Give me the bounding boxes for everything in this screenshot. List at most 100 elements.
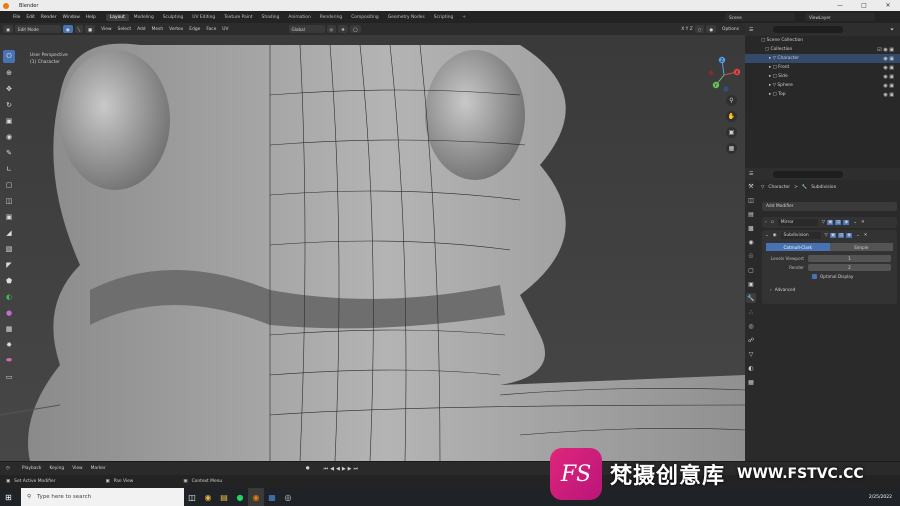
grid-perspective-icon[interactable]: ▦ (726, 143, 737, 154)
properties-editor-icon[interactable]: ☰ (749, 171, 753, 177)
view-layer-selector[interactable]: ViewLayer (805, 13, 875, 21)
navigation-gizmo[interactable]: X Y Z (704, 55, 744, 95)
object-tab-icon[interactable]: ▣ (746, 279, 756, 289)
add-workspace-button[interactable]: + (458, 14, 470, 21)
texture-tab-icon[interactable]: ▦ (746, 377, 756, 387)
menu-keying[interactable]: Keying (49, 466, 64, 471)
rip-icon[interactable]: ▭ (3, 370, 15, 383)
bevel-icon[interactable]: ◢ (3, 226, 15, 239)
snap-icon[interactable]: ❖ (338, 25, 348, 33)
menu-window[interactable]: Window (63, 15, 80, 20)
record-icon[interactable]: ● (306, 466, 310, 471)
mirror-y[interactable]: Y (686, 27, 689, 32)
rotate-icon[interactable]: ↻ (3, 98, 15, 111)
photos-icon[interactable]: ▦ (264, 488, 280, 506)
menu-edit[interactable]: Edit (26, 15, 35, 20)
taskbar-search[interactable]: ⚲ Type here to search (21, 488, 184, 506)
expand-chevron-icon[interactable]: › (765, 220, 767, 225)
menu-timeline-view[interactable]: View (72, 466, 82, 471)
dropdown-icon[interactable]: ⌄ (856, 233, 860, 238)
edge-slide-icon[interactable]: ▦ (3, 322, 15, 335)
menu-vertex[interactable]: Vertex (169, 27, 183, 32)
particles-tab-icon[interactable]: ∴ (746, 307, 756, 317)
smooth-icon[interactable]: ● (3, 306, 15, 319)
modifier-name-field[interactable]: Subdivision (780, 232, 821, 239)
overlay-icon[interactable]: ○ (694, 25, 705, 33)
menu-file[interactable]: File (13, 15, 20, 20)
tool-tab-icon[interactable]: ⚒ (746, 181, 756, 191)
pivot-icon[interactable]: ◎ (326, 25, 337, 33)
playback-controls[interactable]: ⏮◀◀▶▶⏭ (324, 466, 360, 472)
menu-edge[interactable]: Edge (189, 27, 200, 32)
view-layer-tab-icon[interactable]: ▩ (746, 223, 756, 233)
minimize-icon[interactable]: — (828, 0, 852, 11)
render-icon[interactable]: ◉ (846, 233, 853, 238)
material-tab-icon[interactable]: ◐ (746, 363, 756, 373)
spin-icon[interactable]: ◐ (3, 290, 15, 303)
render-icon[interactable]: ◉ (843, 220, 850, 225)
tab-compositing[interactable]: Compositing (347, 14, 383, 21)
menu-mesh[interactable]: Mesh (152, 27, 164, 32)
transform-icon[interactable]: ◉ (3, 130, 15, 143)
tab-sculpting[interactable]: Sculpting (159, 14, 188, 21)
menu-playback[interactable]: Playback (22, 466, 42, 471)
scale-icon[interactable]: ▣ (3, 114, 15, 127)
collection-tab-icon[interactable]: ▢ (746, 265, 756, 275)
menu-face[interactable]: Face (206, 27, 216, 32)
windows-start-icon[interactable]: ⊞ (5, 493, 12, 502)
modifier-header[interactable]: ⌄ ◉ Subdivision ▽ ▣ ▤ ◉ ⌄ ✕ (762, 230, 897, 241)
tab-uv-editing[interactable]: UV Editing (188, 14, 219, 21)
outliner-row-character[interactable]: ▸ ▽ Character ◉ ▣ (745, 54, 900, 63)
simple-button[interactable]: Simple (829, 243, 893, 251)
shading-solid-icon[interactable]: ● (706, 25, 717, 33)
timeline-editor-icon[interactable]: ◷ (6, 466, 10, 471)
collapse-chevron-icon[interactable]: ⌄ (765, 233, 769, 238)
scene-tab-icon[interactable]: ◉ (746, 237, 756, 247)
editor-type-button[interactable]: ▣ (3, 25, 13, 33)
edge-select-button[interactable]: ╲ (74, 25, 84, 33)
remove-modifier-icon[interactable]: ✕ (861, 220, 865, 225)
optimal-display-checkbox[interactable] (812, 274, 817, 279)
knife-icon[interactable]: ◤ (3, 258, 15, 271)
tab-texture-paint[interactable]: Texture Paint (220, 14, 256, 21)
tab-rendering[interactable]: Rendering (316, 14, 346, 21)
spotify-icon[interactable]: ● (232, 488, 248, 506)
pan-hand-icon[interactable]: ✋ (726, 111, 737, 122)
outliner-row-collection[interactable]: ▢ Collection ☑ ◉ ▣ (745, 45, 900, 54)
menu-help[interactable]: Help (86, 15, 96, 20)
constraints-tab-icon[interactable]: ☍ (746, 335, 756, 345)
outliner-editor-icon[interactable]: ☰ (749, 27, 753, 33)
outliner-row-sphere[interactable]: ▸ ▽ Sphere ◉ ▣ (745, 81, 900, 90)
3d-viewport[interactable] (0, 35, 745, 461)
edit-mode-icon[interactable]: ▣ (827, 220, 834, 225)
modifier-tab-icon[interactable]: 🔧 (746, 293, 756, 303)
visibility-icon[interactable]: ◉ ▣ (883, 92, 894, 98)
menu-add[interactable]: Add (137, 27, 146, 32)
realtime-icon[interactable]: ▤ (835, 220, 842, 225)
visibility-icon[interactable]: ◉ ▣ (883, 83, 894, 89)
maximize-icon[interactable]: □ (852, 0, 876, 11)
mode-selector[interactable]: Edit Mode (14, 25, 61, 33)
edit-cage-icon[interactable]: ▽ (822, 220, 825, 225)
catmull-clark-button[interactable]: Catmull-Clark (766, 243, 830, 251)
camera-icon[interactable]: ▣ (726, 127, 737, 138)
chrome-icon[interactable]: ◉ (200, 488, 216, 506)
blender-taskbar-icon[interactable]: ◉ (248, 488, 264, 506)
vertex-select-button[interactable]: ● (62, 25, 73, 33)
menu-view[interactable]: View (101, 27, 111, 32)
edit-cage-icon[interactable]: ▽ (825, 233, 828, 238)
shear-icon[interactable]: ⬬ (3, 354, 15, 367)
outliner-search-input[interactable] (773, 26, 844, 33)
remove-modifier-icon[interactable]: ✕ (864, 233, 868, 238)
tab-animation[interactable]: Animation (284, 14, 314, 21)
modifier-panel-mirror[interactable]: › ▫ Mirror ▽ ▣ ▤ ◉ ⌄ ✕ (762, 217, 897, 228)
outliner-row-side[interactable]: ▸ □ Side ◉ ▣ (745, 72, 900, 81)
loop-cut-icon[interactable]: ▧ (3, 242, 15, 255)
filter-icon[interactable]: ⏷ (890, 27, 894, 33)
render-tab-icon[interactable]: ◫ (746, 195, 756, 205)
render-levels-field[interactable]: 2 (808, 264, 891, 271)
obs-icon[interactable]: ◎ (280, 488, 296, 506)
output-tab-icon[interactable]: ▤ (746, 209, 756, 219)
mirror-x[interactable]: X (681, 27, 684, 32)
annotate-icon[interactable]: ✎ (3, 146, 15, 159)
